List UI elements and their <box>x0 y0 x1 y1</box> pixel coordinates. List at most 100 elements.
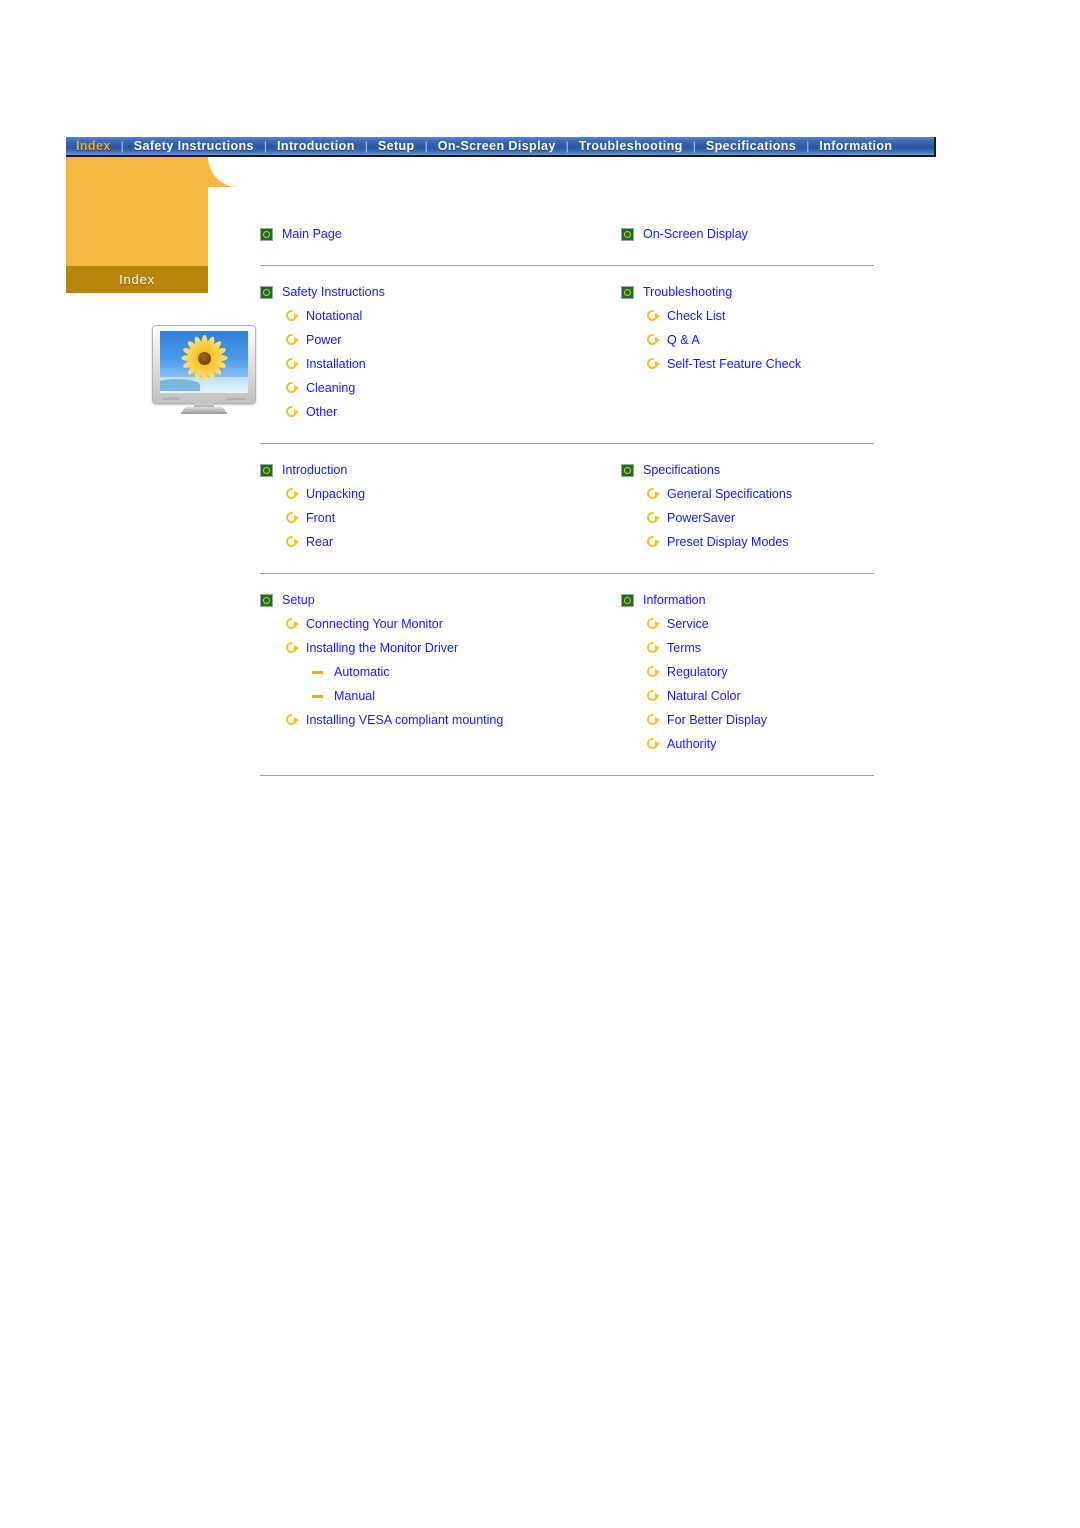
yellow-arrow-icon <box>286 406 299 418</box>
sidebar-index-band: Index <box>66 266 208 293</box>
yellow-arrow-icon <box>286 642 299 654</box>
index-link-for-better-display[interactable]: For Better Display <box>621 708 874 732</box>
index-column-left: Main Page <box>260 222 567 246</box>
index-link-label: Q & A <box>667 332 700 347</box>
index-link-check-list[interactable]: Check List <box>621 304 874 328</box>
monitor-base <box>180 407 228 414</box>
yellow-arrow-icon <box>286 512 299 524</box>
index-link-label: Setup <box>282 592 315 607</box>
index-link-label: Manual <box>334 688 375 703</box>
nav-item-on-screen-display[interactable]: On-Screen Display <box>428 137 566 155</box>
index-link-authority[interactable]: Authority <box>621 732 874 756</box>
index-link-label: Installing the Monitor Driver <box>306 640 459 655</box>
index-link-automatic[interactable]: Automatic <box>260 660 567 684</box>
index-link-installing-the-monitor-driver[interactable]: Installing the Monitor Driver <box>260 636 567 660</box>
index-column-left: Introduction Unpacking Front Rear <box>260 458 567 554</box>
index-link-natural-color[interactable]: Natural Color <box>621 684 874 708</box>
green-square-icon <box>260 227 273 241</box>
index-column-left: Setup Connecting Your Monitor Installing t… <box>260 588 567 756</box>
index-link-introduction[interactable]: Introduction <box>260 458 567 482</box>
nav-item-setup[interactable]: Setup <box>368 137 425 155</box>
nav-item-troubleshooting[interactable]: Troubleshooting <box>569 137 693 155</box>
index-link-rear[interactable]: Rear <box>260 530 567 554</box>
index-column-right: Troubleshooting Check List Q & A Self-Test … <box>567 280 874 424</box>
index-link-label: Main Page <box>282 226 342 241</box>
green-square-icon <box>260 285 273 299</box>
monitor-bezel: SAMSUNG SyncMaster <box>152 325 256 404</box>
index-link-q-a[interactable]: Q & A <box>621 328 874 352</box>
index-link-preset-display-modes[interactable]: Preset Display Modes <box>621 530 874 554</box>
index-link-troubleshooting[interactable]: Troubleshooting <box>621 280 874 304</box>
index-link-label: Installation <box>306 356 366 371</box>
nav-item-safety-instructions[interactable]: Safety Instructions <box>124 137 264 155</box>
index-link-label: Automatic <box>334 664 390 679</box>
index-link-label: PowerSaver <box>667 510 736 525</box>
index-link-on-screen-display[interactable]: On-Screen Display <box>621 222 874 246</box>
index-link-label: Preset Display Modes <box>667 534 789 549</box>
index-link-self-test-feature-check[interactable]: Self-Test Feature Check <box>621 352 874 376</box>
yellow-arrow-icon <box>286 536 299 548</box>
monitor-brand-text: SAMSUNG <box>162 397 180 401</box>
index-link-powersaver[interactable]: PowerSaver <box>621 506 874 530</box>
index-link-installation[interactable]: Installation <box>260 352 567 376</box>
green-square-icon <box>621 227 634 241</box>
index-link-power[interactable]: Power <box>260 328 567 352</box>
index-link-label: Service <box>667 616 709 631</box>
index-group: Setup Connecting Your Monitor Installing t… <box>260 588 874 756</box>
nav-item-information[interactable]: Information <box>809 137 902 155</box>
index-link-notational[interactable]: Notational <box>260 304 567 328</box>
green-square-icon <box>621 463 634 477</box>
index-link-cleaning[interactable]: Cleaning <box>260 376 567 400</box>
index-link-manual[interactable]: Manual <box>260 684 567 708</box>
index-link-label: For Better Display <box>667 712 768 727</box>
index-link-label: Rear <box>306 534 334 549</box>
yellow-arrow-icon <box>286 334 299 346</box>
index-link-label: Self-Test Feature Check <box>667 356 802 371</box>
index-link-label: Terms <box>667 640 702 655</box>
index-link-service[interactable]: Service <box>621 612 874 636</box>
section-divider <box>260 775 874 776</box>
index-link-main-page[interactable]: Main Page <box>260 222 567 246</box>
index-link-front[interactable]: Front <box>260 506 567 530</box>
index-link-label: Cleaning <box>306 380 356 395</box>
index-link-regulatory[interactable]: Regulatory <box>621 660 874 684</box>
index-link-label: Troubleshooting <box>643 284 733 299</box>
nav-item-index[interactable]: Index <box>66 137 121 155</box>
index-link-label: Safety Instructions <box>282 284 385 299</box>
orange-dash-icon <box>312 670 323 674</box>
index-link-label: Natural Color <box>667 688 741 703</box>
green-square-icon <box>621 593 634 607</box>
index-link-safety-instructions[interactable]: Safety Instructions <box>260 280 567 304</box>
index-link-label: Connecting Your Monitor <box>306 616 443 631</box>
index-link-label: Regulatory <box>667 664 728 679</box>
index-link-terms[interactable]: Terms <box>621 636 874 660</box>
index-link-label: Other <box>306 404 338 419</box>
green-square-icon <box>260 593 273 607</box>
index-link-setup[interactable]: Setup <box>260 588 567 612</box>
index-link-unpacking[interactable]: Unpacking <box>260 482 567 506</box>
index-link-general-specifications[interactable]: General Specifications <box>621 482 874 506</box>
sunflower-center <box>197 351 211 365</box>
index-link-other[interactable]: Other <box>260 400 567 424</box>
yellow-arrow-icon <box>647 618 660 630</box>
nav-item-specifications[interactable]: Specifications <box>696 137 806 155</box>
yellow-arrow-icon <box>647 488 660 500</box>
index-link-connecting-your-monitor[interactable]: Connecting Your Monitor <box>260 612 567 636</box>
index-column-right: Information Service Terms Regulatory Natural… <box>567 588 874 756</box>
monitor-model-text: SyncMaster <box>227 397 246 401</box>
index-link-label: Information <box>643 592 706 607</box>
yellow-arrow-icon <box>647 512 660 524</box>
monitor-screen <box>160 331 248 393</box>
sunflower-icon <box>181 335 227 382</box>
yellow-arrow-icon <box>286 310 299 322</box>
index-link-information[interactable]: Information <box>621 588 874 612</box>
index-link-specifications[interactable]: Specifications <box>621 458 874 482</box>
index-link-installing-vesa-compliant-mounting[interactable]: Installing VESA compliant mounting <box>260 708 567 732</box>
yellow-arrow-icon <box>647 334 660 346</box>
green-square-icon <box>621 285 634 299</box>
nav-item-introduction[interactable]: Introduction <box>267 137 365 155</box>
